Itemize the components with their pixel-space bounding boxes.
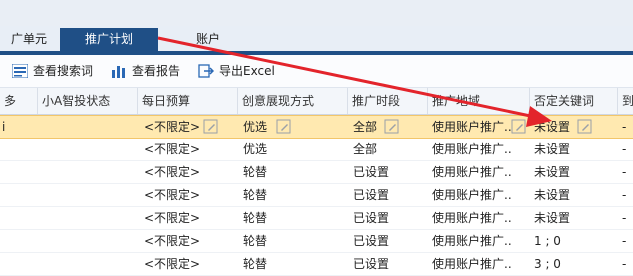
end-cell: - [622, 234, 627, 248]
tab-account[interactable]: 账户 [178, 28, 238, 51]
end-cell: - [622, 142, 627, 156]
region-cell: 使用账户推广... [432, 142, 512, 156]
table-row[interactable]: <不限定> 轮替 已设置 使用账户推广... 未设置 - [0, 184, 633, 207]
creative-cell: 优选 [243, 142, 268, 156]
column-header-daily-budget[interactable]: 每日预算 [138, 88, 238, 114]
column-header-negative-keywords[interactable]: 否定关键词 [530, 88, 618, 114]
creative-cell: 轮替 [243, 234, 268, 248]
table-row[interactable]: i <不限定> 优选 全部 使用账户推广... 未设置 - [0, 115, 633, 139]
schedule-cell: 全部 [353, 142, 378, 156]
budget-cell: <不限定> [144, 211, 201, 225]
region-cell: 使用账户推广... [432, 211, 512, 225]
column-header[interactable]: 多 [0, 88, 38, 114]
column-header-region[interactable]: 推广地域 [428, 88, 530, 114]
end-cell: - [622, 120, 627, 134]
schedule-cell: 已设置 [353, 188, 390, 202]
creative-cell: 轮替 [243, 211, 268, 225]
creative-cell: 轮替 [243, 188, 268, 202]
table-row[interactable]: <不限定> 轮替 已设置 使用账户推广... 未设置 - [0, 161, 633, 184]
schedule-cell: 已设置 [353, 165, 390, 179]
region-cell: 使用账户推广... [432, 165, 512, 179]
end-cell: - [622, 188, 627, 202]
region-cell: 使用账户推广... [432, 188, 512, 202]
edit-icon[interactable] [384, 119, 400, 135]
end-cell: - [622, 211, 627, 225]
edit-icon[interactable] [203, 119, 219, 135]
creative-cell: 轮替 [243, 165, 268, 179]
column-header-ai-status[interactable]: 小A智投状态 [38, 88, 138, 114]
budget-cell: <不限定> [144, 142, 201, 156]
list-icon [12, 64, 28, 78]
region-cell: 使用账户推广... [432, 234, 512, 248]
edit-icon[interactable] [276, 119, 292, 135]
export-excel-button[interactable]: 导出Excel [198, 61, 275, 81]
budget-cell: <不限定> [144, 188, 201, 202]
budget-cell: <不限定> [144, 234, 201, 248]
view-search-terms-label: 查看搜索词 [33, 64, 94, 78]
negative-keywords-cell: 未设置 [534, 120, 571, 134]
column-header-schedule[interactable]: 推广时段 [348, 88, 428, 114]
tab-ad-unit[interactable]: 广单元 [0, 28, 58, 51]
schedule-cell: 已设置 [353, 234, 390, 248]
table-row[interactable]: <不限定> 优选 全部 使用账户推广... 未设置 - [0, 138, 633, 161]
view-search-terms-button[interactable]: 查看搜索词 [12, 61, 93, 81]
table-header: 多 小A智投状态 每日预算 创意展现方式 推广时段 推广地域 否定关键词 到 [0, 88, 633, 115]
table-row[interactable]: <不限定> 轮替 已设置 使用账户推广... 未设置 - [0, 207, 633, 230]
toolbar: 查看搜索词 查看报告 导出Excel [0, 55, 633, 88]
view-report-label: 查看报告 [132, 64, 181, 78]
negative-keywords-cell: 1 ; 0 [534, 234, 561, 248]
bar-chart-icon [112, 66, 125, 78]
table-row[interactable]: <不限定> 轮替 已设置 使用账户推广... 1 ; 0 - [0, 230, 633, 253]
column-header-end[interactable]: 到 [618, 88, 633, 114]
export-excel-label: 导出Excel [219, 64, 275, 78]
table-row[interactable]: <不限定> 轮替 已设置 使用账户推广... 3 ; 0 - [0, 253, 633, 276]
window-top-band [0, 0, 633, 26]
export-icon [198, 64, 214, 78]
edit-icon[interactable] [511, 119, 527, 135]
edit-icon[interactable] [577, 119, 593, 135]
view-report-button[interactable]: 查看报告 [111, 61, 180, 81]
tab-campaign[interactable]: 推广计划 [60, 28, 158, 51]
negative-keywords-cell: 未设置 [534, 142, 571, 156]
column-header-creative-display[interactable]: 创意展现方式 [238, 88, 348, 114]
budget-cell: <不限定> [144, 120, 201, 134]
region-cell: 使用账户推广... [432, 120, 512, 134]
end-cell: - [622, 165, 627, 179]
budget-cell: <不限定> [144, 165, 201, 179]
schedule-cell: 已设置 [353, 211, 390, 225]
table-cell: i [2, 120, 6, 134]
negative-keywords-cell: 未设置 [534, 165, 571, 179]
negative-keywords-cell: 未设置 [534, 211, 571, 225]
negative-keywords-cell: 未设置 [534, 188, 571, 202]
